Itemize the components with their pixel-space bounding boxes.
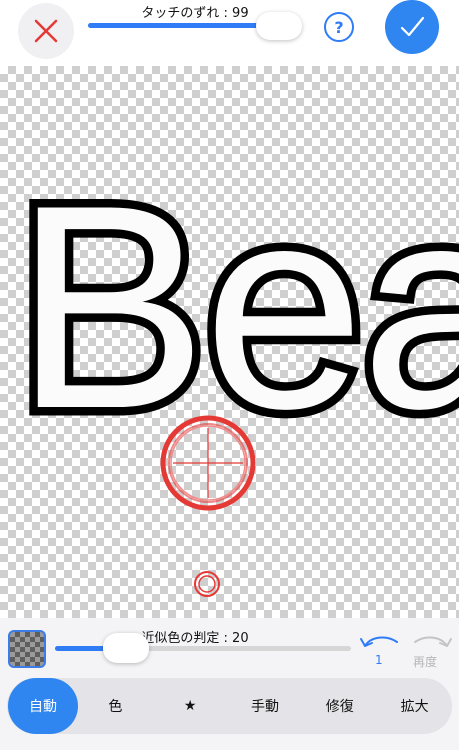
bottom-panel: 近似色の判定 : 20 1 再度 自動 色 ★ 手動 修復 拡大: [0, 618, 459, 750]
close-button[interactable]: [18, 3, 74, 59]
close-icon: [34, 19, 58, 43]
image-text: Bea: [6, 145, 459, 469]
similarity-thumb[interactable]: [103, 633, 150, 663]
help-icon: ?: [334, 17, 344, 37]
touch-offset-thumb[interactable]: [256, 12, 302, 40]
similarity-slider[interactable]: 近似色の判定 : 20: [55, 618, 355, 674]
confirm-button[interactable]: [385, 0, 439, 54]
undo-count: 1: [375, 653, 383, 667]
touch-point-icon[interactable]: [193, 570, 221, 598]
tab-repair[interactable]: 修復: [302, 678, 377, 734]
tab-color[interactable]: 色: [78, 678, 153, 734]
redo-icon: [414, 636, 452, 647]
tab-star[interactable]: ★: [153, 678, 228, 734]
touch-offset-slider[interactable]: タッチのずれ : 99: [88, 0, 302, 60]
redo-button[interactable]: 再度: [409, 632, 455, 672]
redo-label: 再度: [413, 655, 438, 669]
crosshair-cursor-icon[interactable]: [159, 414, 257, 512]
tab-manual[interactable]: 手動: [228, 678, 303, 734]
tab-auto[interactable]: 自動: [8, 678, 78, 734]
tab-zoom[interactable]: 拡大: [377, 678, 452, 734]
editing-canvas[interactable]: Bea: [0, 66, 459, 618]
preview-thumbnail[interactable]: [8, 630, 46, 668]
top-bar: タッチのずれ : 99 ?: [0, 0, 459, 66]
undo-icon: [360, 636, 398, 647]
checkmark-icon: [400, 16, 425, 37]
help-button[interactable]: ?: [324, 12, 354, 42]
undo-button[interactable]: 1: [357, 632, 403, 672]
similarity-track[interactable]: [55, 646, 351, 651]
similarity-label: 近似色の判定 : 20: [141, 631, 249, 646]
mode-tab-bar: 自動 色 ★ 手動 修復 拡大: [7, 678, 452, 734]
